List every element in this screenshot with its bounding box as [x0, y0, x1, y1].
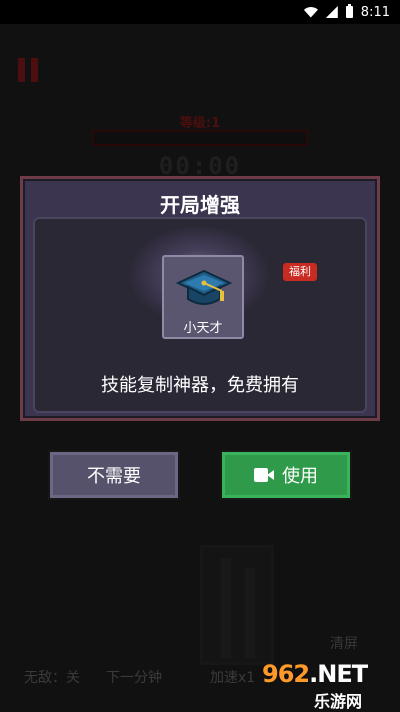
use-button-label: 使用 [282, 466, 318, 487]
item-name: 小天才 [183, 321, 223, 336]
graduation-cap-icon [176, 269, 232, 305]
welfare-badge: 福利 [283, 263, 317, 281]
wifi-icon [304, 7, 318, 18]
signal-icon [325, 6, 338, 18]
start-boost-dialog: 开局增强 小天才 福利 技能复制神器，免费拥有 [20, 176, 380, 421]
watermark-logo: 962.NET [262, 660, 368, 688]
decline-button-label: 不需要 [87, 466, 141, 487]
item-card: 小天才 [162, 255, 244, 339]
status-time: 8:11 [360, 4, 390, 20]
battery-icon [345, 4, 353, 18]
watermark-subtitle: 乐游网 [314, 692, 363, 711]
use-button[interactable]: 使用 [220, 450, 352, 500]
decline-button[interactable]: 不需要 [48, 450, 180, 500]
item-description: 技能复制神器，免费拥有 [101, 375, 299, 396]
dialog-title: 开局增强 [160, 193, 240, 217]
watermark: 962.NET 乐游网 [262, 660, 400, 712]
video-icon [254, 468, 274, 482]
dialog-content: 小天才 福利 技能复制神器，免费拥有 [33, 217, 367, 413]
status-bar: 8:11 [0, 0, 400, 24]
